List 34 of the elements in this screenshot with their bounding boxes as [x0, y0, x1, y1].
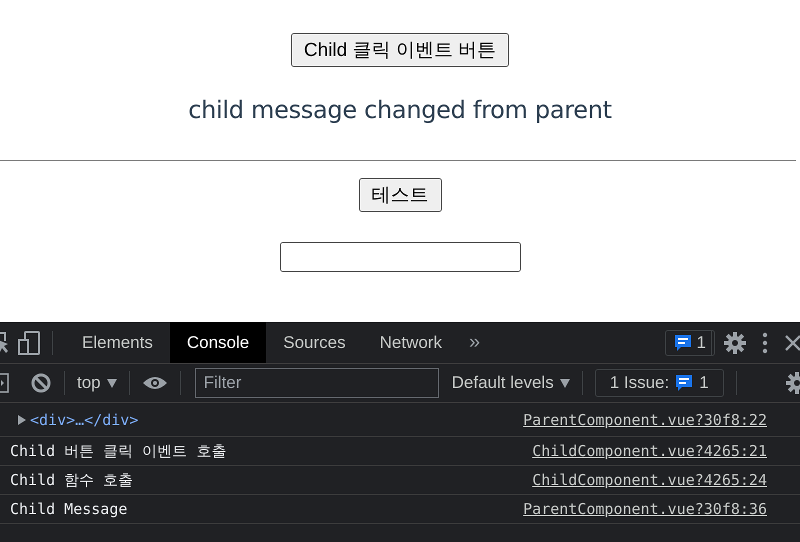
log-message: Child Message	[10, 500, 128, 518]
levels-dropdown[interactable]: Default levels	[452, 373, 570, 393]
source-link[interactable]: ParentComponent.vue?30f8:36	[523, 500, 767, 518]
devtools-tab[interactable]: Elements	[65, 322, 170, 363]
settings-icon[interactable]	[724, 332, 746, 354]
context-dropdown[interactable]: top	[77, 373, 117, 393]
source-link[interactable]: ChildComponent.vue?4265:21	[532, 442, 767, 460]
source-link[interactable]: ChildComponent.vue?4265:24	[532, 471, 767, 489]
clear-icon[interactable]	[30, 372, 52, 394]
device-icon[interactable]	[18, 330, 40, 354]
message-icon	[675, 374, 694, 392]
source-link[interactable]: ParentComponent.vue?30f8:22	[523, 410, 767, 428]
text-input[interactable]	[280, 242, 520, 272]
messages-badge[interactable]: 1	[664, 330, 715, 356]
close-icon[interactable]	[784, 334, 800, 352]
devtools-tab[interactable]: Sources	[266, 322, 363, 363]
log-message: Child 함수 호출	[10, 470, 134, 490]
sidebar-icon[interactable]	[0, 372, 10, 394]
log-message: Child 버튼 클릭 이벤트 호출	[10, 442, 226, 460]
devtools-tab[interactable]: Console	[170, 322, 266, 363]
test-button[interactable]: 테스트	[358, 178, 442, 212]
devtools-tab[interactable]: Network	[362, 322, 459, 363]
more-menu-icon[interactable]	[762, 332, 768, 354]
expand-triangle-icon[interactable]	[18, 414, 26, 424]
filter-field[interactable]: Filter	[194, 368, 439, 398]
issues-button[interactable]: 1 Issue: 1	[594, 369, 724, 397]
element-node[interactable]: <div>…</div>	[30, 410, 138, 428]
more-tabs-button[interactable]: »	[468, 331, 480, 354]
eye-icon[interactable]	[142, 375, 168, 391]
dropdown-arrow-icon	[560, 378, 570, 388]
message-icon	[674, 334, 692, 352]
dropdown-arrow-icon	[106, 378, 117, 388]
message-text: child message changed from parent	[188, 96, 612, 124]
child-button[interactable]: Child 클릭 이벤트 버튼	[290, 33, 510, 67]
